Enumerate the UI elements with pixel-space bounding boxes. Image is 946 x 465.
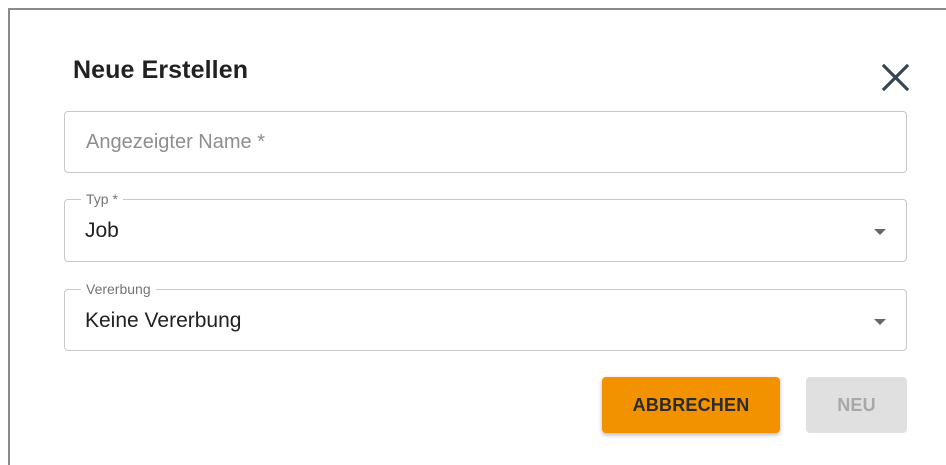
cancel-button[interactable]: ABBRECHEN [602, 377, 780, 433]
vererbung-label: Vererbung [81, 281, 156, 297]
vererbung-value: Keine Vererbung [85, 309, 242, 332]
close-button[interactable] [876, 58, 916, 98]
close-icon [881, 63, 910, 92]
name-field[interactable] [64, 111, 907, 173]
typ-label: Typ * [81, 191, 123, 207]
typ-select[interactable]: Typ * Job [64, 191, 907, 262]
dropdown-arrow-icon [874, 319, 886, 325]
new-button[interactable]: NEU [806, 377, 907, 433]
vererbung-select[interactable]: Vererbung Keine Vererbung [64, 281, 907, 351]
name-input[interactable] [86, 131, 866, 154]
create-dialog: Neue Erstellen Typ * Job Vererbung Keine… [8, 8, 946, 465]
typ-value: Job [85, 219, 119, 242]
dropdown-arrow-icon [874, 229, 886, 235]
dialog-title: Neue Erstellen [73, 56, 249, 84]
